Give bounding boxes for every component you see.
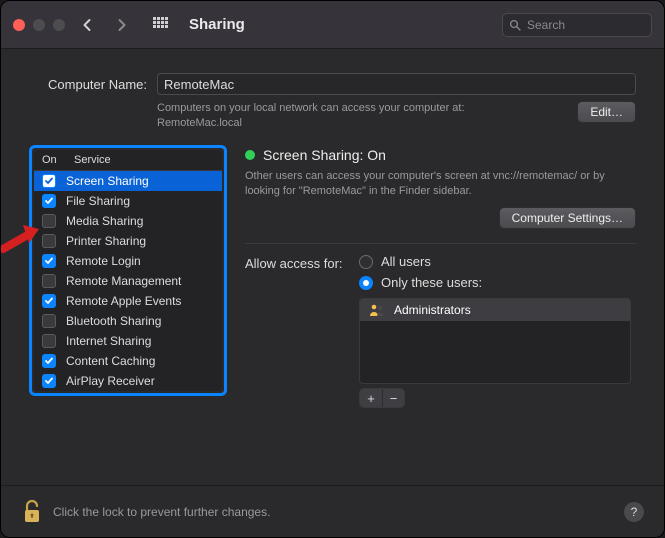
user-list-container: Administrators + − bbox=[359, 298, 631, 408]
service-checkbox[interactable] bbox=[42, 334, 56, 348]
service-row[interactable]: Remote Login bbox=[34, 251, 222, 271]
service-checkbox[interactable] bbox=[42, 374, 56, 388]
radio-only-these-users[interactable]: Only these users: bbox=[359, 275, 482, 290]
service-label: Screen Sharing bbox=[66, 174, 149, 188]
user-list-item[interactable]: Administrators bbox=[360, 299, 630, 321]
service-label: Printer Sharing bbox=[66, 234, 146, 248]
service-label: Bluetooth Sharing bbox=[66, 314, 161, 328]
close-window-button[interactable] bbox=[13, 19, 25, 31]
content-area: Computer Name: Computers on your local n… bbox=[1, 49, 664, 422]
edit-hostname-button[interactable]: Edit… bbox=[577, 101, 636, 123]
service-checkbox[interactable] bbox=[42, 194, 56, 208]
search-icon bbox=[509, 19, 521, 31]
service-checkbox[interactable] bbox=[42, 174, 56, 188]
user-list[interactable]: Administrators bbox=[359, 298, 631, 384]
user-list-buttons: + − bbox=[359, 388, 405, 408]
forward-button[interactable] bbox=[109, 13, 133, 37]
service-label: Remote Management bbox=[66, 274, 181, 288]
computer-name-help: Computers on your local network can acce… bbox=[157, 101, 517, 131]
service-checkbox[interactable] bbox=[42, 274, 56, 288]
service-label: AirPlay Receiver bbox=[66, 374, 155, 388]
sharing-preferences-window: Sharing Search Computer Name: Computers … bbox=[0, 0, 665, 538]
service-row[interactable]: AirPlay Receiver bbox=[34, 371, 222, 391]
service-label: Remote Login bbox=[66, 254, 141, 268]
service-row[interactable]: Content Caching bbox=[34, 351, 222, 371]
footer: Click the lock to prevent further change… bbox=[1, 485, 664, 537]
service-checkbox[interactable] bbox=[42, 294, 56, 308]
status-description: Other users can access your computer's s… bbox=[245, 169, 636, 200]
service-label: Content Caching bbox=[66, 354, 155, 368]
add-user-button[interactable]: + bbox=[360, 389, 382, 407]
help-button[interactable]: ? bbox=[624, 502, 644, 522]
service-checkbox[interactable] bbox=[42, 314, 56, 328]
services-highlight-box: On Service Screen Sharing File Sharing Med… bbox=[29, 145, 227, 396]
search-placeholder: Search bbox=[527, 18, 565, 32]
computer-name-help-row: Computers on your local network can acce… bbox=[29, 101, 636, 131]
service-checkbox[interactable] bbox=[42, 254, 56, 268]
services-header: On Service bbox=[34, 150, 222, 171]
service-row[interactable]: Internet Sharing bbox=[34, 331, 222, 351]
service-row[interactable]: Remote Apple Events bbox=[34, 291, 222, 311]
services-header-service: Service bbox=[74, 154, 111, 166]
service-label: File Sharing bbox=[66, 194, 130, 208]
remove-user-button[interactable]: − bbox=[382, 389, 404, 407]
computer-name-row: Computer Name: bbox=[29, 73, 636, 95]
service-row[interactable]: Remote Management bbox=[34, 271, 222, 291]
titlebar: Sharing Search bbox=[1, 1, 664, 49]
computer-name-input[interactable] bbox=[157, 73, 636, 95]
service-checkbox[interactable] bbox=[42, 354, 56, 368]
user-list-item-label: Administrators bbox=[394, 303, 471, 317]
back-button[interactable] bbox=[75, 13, 99, 37]
lock-open-icon bbox=[21, 499, 43, 525]
window-controls bbox=[13, 19, 65, 31]
divider bbox=[245, 243, 636, 244]
access-row: Allow access for: All users Only these u… bbox=[245, 254, 636, 290]
services-table: On Service Screen Sharing File Sharing Med… bbox=[34, 150, 222, 391]
search-input[interactable]: Search bbox=[502, 13, 652, 37]
grid-icon bbox=[153, 17, 169, 33]
show-all-button[interactable] bbox=[149, 13, 173, 37]
zoom-window-button[interactable] bbox=[53, 19, 65, 31]
service-checkbox[interactable] bbox=[42, 214, 56, 228]
computer-settings-button[interactable]: Computer Settings… bbox=[499, 207, 636, 229]
services-header-on: On bbox=[42, 154, 74, 166]
window-title: Sharing bbox=[189, 16, 492, 33]
service-row[interactable]: Screen Sharing bbox=[34, 171, 222, 191]
computer-name-label: Computer Name: bbox=[29, 77, 147, 92]
service-label: Remote Apple Events bbox=[66, 294, 181, 308]
status-label: Screen Sharing: On bbox=[263, 147, 386, 163]
service-row[interactable]: Printer Sharing bbox=[34, 231, 222, 251]
lock-button[interactable] bbox=[21, 499, 43, 525]
access-label: Allow access for: bbox=[245, 254, 349, 271]
minimize-window-button[interactable] bbox=[33, 19, 45, 31]
service-checkbox[interactable] bbox=[42, 234, 56, 248]
radio-all-users-label: All users bbox=[381, 254, 431, 269]
radio-only-these-users-label: Only these users: bbox=[381, 275, 482, 290]
status-indicator-icon bbox=[245, 150, 255, 160]
service-row[interactable]: Bluetooth Sharing bbox=[34, 311, 222, 331]
service-label: Media Sharing bbox=[66, 214, 143, 228]
footer-text: Click the lock to prevent further change… bbox=[53, 505, 270, 519]
status-line: Screen Sharing: On bbox=[245, 147, 636, 163]
service-detail: Screen Sharing: On Other users can acces… bbox=[245, 145, 636, 409]
service-row[interactable]: File Sharing bbox=[34, 191, 222, 211]
radio-all-users[interactable]: All users bbox=[359, 254, 482, 269]
users-group-icon bbox=[368, 303, 386, 317]
service-label: Internet Sharing bbox=[66, 334, 151, 348]
service-row[interactable]: Media Sharing bbox=[34, 211, 222, 231]
